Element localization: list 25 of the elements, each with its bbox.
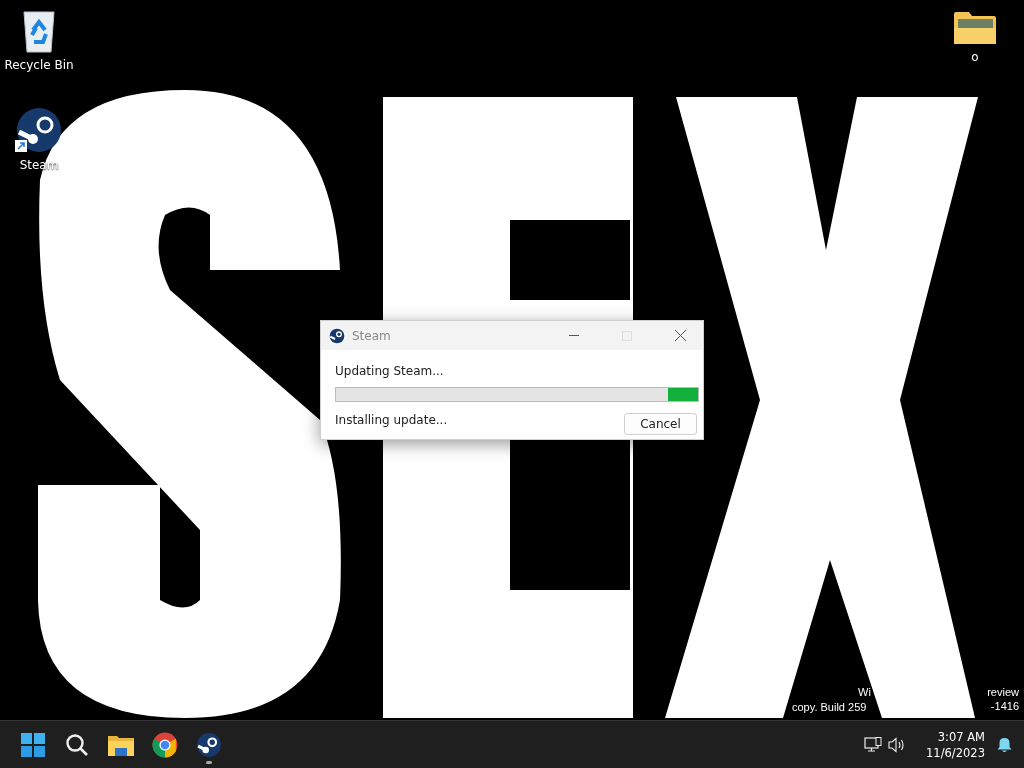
steam-logo-icon [329, 327, 345, 344]
clock-date[interactable]: 11/6/2023 [926, 744, 985, 761]
notification-bell-icon[interactable] [997, 736, 1012, 753]
cancel-button[interactable]: Cancel [624, 413, 697, 435]
update-heading: Updating Steam... [335, 364, 445, 378]
watermark-text: Wi [858, 686, 871, 698]
folder-icon[interactable] [108, 733, 134, 756]
minimize-icon [569, 335, 579, 336]
folder-icon [953, 10, 997, 46]
network-icon[interactable] [864, 736, 883, 753]
watermark-text: review [987, 686, 1019, 698]
windows-start-icon[interactable] [21, 732, 45, 757]
search-icon[interactable] [65, 732, 89, 757]
browser-icon[interactable] [152, 731, 178, 758]
icon-label[interactable]: Recycle Bin [4, 58, 74, 72]
icon-label[interactable]: o [971, 50, 979, 64]
steam-logo-icon [15, 106, 63, 154]
clock-time[interactable]: 3:07 AM [937, 728, 985, 745]
status-text: Installing update... [335, 413, 448, 427]
steam-logo-icon[interactable] [196, 731, 222, 758]
watermark-text: copy. Build 259 [792, 701, 867, 713]
watermark-text: -1416 [990, 700, 1019, 712]
volume-icon[interactable] [888, 736, 907, 753]
window-title: Steam [352, 328, 392, 343]
close-icon [674, 330, 686, 341]
